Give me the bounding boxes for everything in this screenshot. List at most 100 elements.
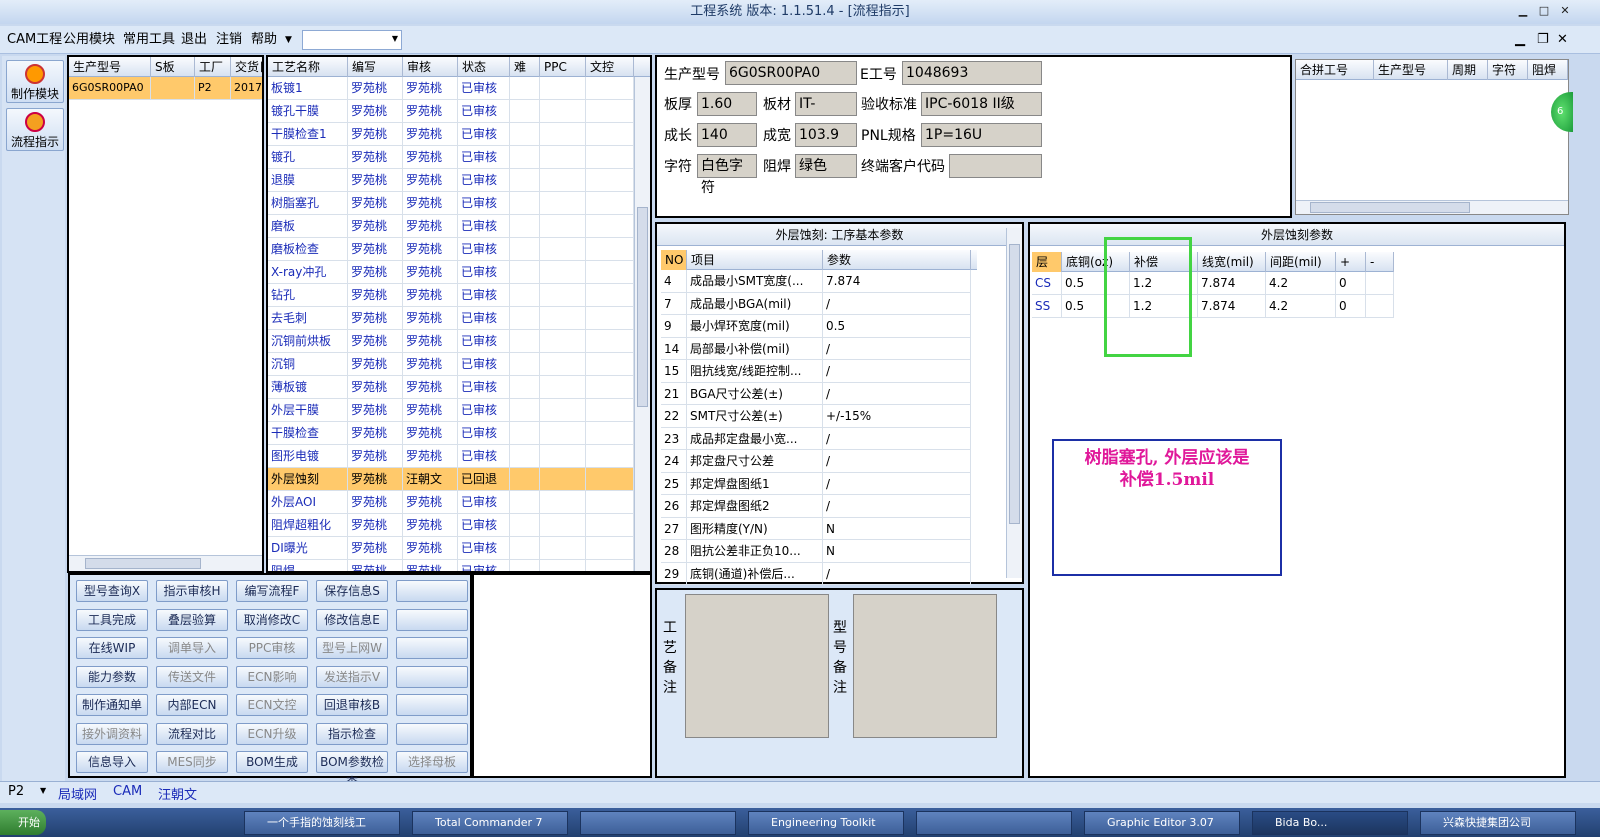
action-button[interactable]: 指示审核H	[156, 580, 228, 602]
table-row[interactable]: 9 最小焊环宽度(mil) 0.5	[661, 315, 971, 338]
taskbar-item[interactable]	[580, 811, 736, 835]
field-material[interactable]: IT-180A+	[795, 92, 857, 116]
col-combine-model[interactable]: 生产型号	[1374, 60, 1448, 80]
col-line-width[interactable]: 线宽(mil)	[1198, 252, 1266, 272]
table-row[interactable]: 23 成品邦定盘最小宽... /	[661, 427, 971, 450]
table-row[interactable]: 干膜检查1 罗苑桃 罗苑桃 已审核	[268, 123, 650, 146]
field-model[interactable]: 6G0SR00PA0	[725, 61, 857, 85]
col-factory[interactable]: 工厂	[195, 57, 231, 77]
table-row[interactable]: 去毛刺 罗苑桃 罗苑桃 已审核	[268, 307, 650, 330]
table-row[interactable]: 沉铜 罗苑桃 罗苑桃 已审核	[268, 353, 650, 376]
action-button[interactable]: ECN影响	[236, 665, 308, 688]
start-button[interactable]: 开始	[0, 810, 46, 835]
table-row[interactable]: 图形电镀 罗苑桃 罗苑桃 已审核	[268, 445, 650, 468]
menu-help[interactable]: 帮助	[248, 30, 280, 50]
maximize-icon[interactable]: □	[1535, 3, 1553, 19]
table-row[interactable]: 21 BGA尺寸公差(±) /	[661, 382, 971, 405]
table-row[interactable]: 24 邦定盘尺寸公差 /	[661, 450, 971, 473]
table-row[interactable]: 退膜 罗苑桃 罗苑桃 已审核	[268, 169, 650, 192]
table-row[interactable]: 板镀1 罗苑桃 罗苑桃 已审核	[268, 77, 650, 100]
action-button[interactable]: 保存信息S	[316, 580, 388, 602]
action-button[interactable]: 接外调资料	[76, 722, 148, 745]
taskbar-item[interactable]: Graphic Editor 3.07	[1084, 811, 1240, 835]
table-row[interactable]: 阻焊 罗苑桃 罗苑桃 已审核	[268, 560, 650, 571]
horizontal-scrollbar[interactable]	[1296, 200, 1568, 214]
vertical-scrollbar[interactable]	[634, 77, 650, 571]
action-button[interactable]: 传送文件	[156, 665, 228, 688]
table-row[interactable]: 6G0SR00PA0 P2 2017/	[69, 77, 262, 100]
action-button[interactable]: 指示检查	[316, 722, 388, 745]
menu-logout[interactable]: 注销	[213, 30, 245, 50]
col-writer[interactable]: 编写	[348, 57, 403, 77]
col-plus[interactable]: +	[1336, 252, 1366, 272]
action-button[interactable]: 修改信息E	[316, 608, 388, 631]
action-button[interactable]: 回退审核B	[316, 694, 388, 716]
table-row[interactable]: 29 底铜(通道)补偿后... /	[661, 562, 971, 585]
minimize-icon[interactable]: ▁	[1514, 3, 1532, 19]
scroll-thumb[interactable]	[637, 207, 648, 407]
col-combine-no[interactable]: 合拼工号	[1296, 60, 1374, 80]
table-row[interactable]: 磨板 罗苑桃 罗苑桃 已审核	[268, 215, 650, 238]
field-pnl[interactable]: 1P=16U	[921, 123, 1042, 147]
action-button[interactable]: 流程对比	[156, 722, 228, 745]
col-reviewer[interactable]: 审核	[403, 57, 458, 77]
nav-make-module[interactable]: 制作模块	[6, 60, 64, 103]
table-row[interactable]: 树脂塞孔 罗苑桃 罗苑桃 已审核	[268, 192, 650, 215]
action-button[interactable]: ECN文控	[236, 694, 308, 716]
mdi-close-icon[interactable]: ✕	[1554, 30, 1571, 50]
action-button[interactable]	[396, 637, 468, 659]
action-button[interactable]: 发送指示V	[316, 665, 388, 688]
action-button[interactable]: 叠层验算	[156, 608, 228, 631]
table-row[interactable]: 磨板检查 罗苑桃 罗苑桃 已审核	[268, 238, 650, 261]
table-row[interactable]: 28 阻抗公差非正负10... N	[661, 540, 971, 563]
scroll-thumb[interactable]	[85, 558, 201, 569]
field-customer-code[interactable]	[949, 154, 1042, 178]
col-ppc[interactable]: PPC	[540, 57, 586, 77]
action-button[interactable]: ECN升级	[236, 722, 308, 745]
action-button[interactable]	[396, 722, 468, 745]
scroll-thumb[interactable]	[1310, 202, 1470, 213]
table-row[interactable]: 7 成品最小BGA(mil) /	[661, 292, 971, 315]
col-item[interactable]: 项目	[687, 250, 823, 270]
menu-common-tools[interactable]: 常用工具	[120, 30, 178, 50]
col-param[interactable]: 参数	[823, 250, 971, 270]
col-no[interactable]: NO	[661, 250, 687, 270]
action-button[interactable]: 在线WIP	[76, 637, 148, 659]
col-status[interactable]: 状态	[458, 57, 510, 77]
col-part[interactable]: 生产型号	[69, 57, 151, 77]
chevron-down-icon[interactable]: ▼	[282, 30, 295, 50]
table-row[interactable]: SS 0.5 1.2 7.874 4.2 0	[1032, 295, 1394, 318]
action-button[interactable]: 内部ECN	[156, 694, 228, 716]
action-button[interactable]: PPC审核	[236, 637, 308, 659]
col-combine-cycle[interactable]: 周期	[1448, 60, 1488, 80]
action-button[interactable]: 编写流程F	[236, 580, 308, 602]
table-row[interactable]: 干膜检查 罗苑桃 罗苑桃 已审核	[268, 422, 650, 445]
table-row[interactable]: DI曝光 罗苑桃 罗苑桃 已审核	[268, 537, 650, 560]
action-button[interactable]: BOM生成	[236, 751, 308, 773]
col-date[interactable]: 交货日	[231, 57, 262, 77]
field-eno[interactable]: 1048693	[902, 61, 1042, 85]
field-legend[interactable]: 白色字符	[697, 154, 757, 196]
action-button[interactable]: 选择母板	[396, 751, 468, 773]
table-row[interactable]: 26 邦定焊盘图纸2/	[661, 495, 971, 518]
menu-cam[interactable]: CAM工程	[4, 30, 65, 50]
action-button[interactable]: 制作通知单	[76, 694, 148, 716]
taskbar-item[interactable]: Total Commander 7	[412, 811, 568, 835]
col-combine-legend[interactable]: 字符	[1488, 60, 1528, 80]
table-row[interactable]: 4 成品最小SMT宽度(... 7.874	[661, 270, 971, 293]
action-button[interactable]	[396, 580, 468, 602]
action-button[interactable]: 工具完成	[76, 608, 148, 631]
taskbar-item[interactable]: 兴森快捷集团公司	[1420, 811, 1576, 835]
col-process[interactable]: 工艺名称	[268, 57, 348, 77]
table-row[interactable]: 阻焊超粗化 罗苑桃 罗苑桃 已审核	[268, 514, 650, 537]
table-row[interactable]: 外层干膜 罗苑桃 罗苑桃 已审核	[268, 399, 650, 422]
taskbar-item[interactable]: Engineering Toolkit	[748, 811, 904, 835]
mdi-minimize-icon[interactable]: ▁	[1512, 30, 1528, 50]
table-row[interactable]: 镀孔干膜 罗苑桃 罗苑桃 已审核	[268, 100, 650, 123]
action-button[interactable]	[396, 694, 468, 716]
factory-selector[interactable]: P2	[8, 784, 24, 799]
vertical-scrollbar[interactable]	[1006, 228, 1022, 578]
process-remark-field[interactable]	[685, 594, 829, 738]
action-button[interactable]: 调单导入	[156, 637, 228, 659]
table-row[interactable]: 22 SMT尺寸公差(±) +/-15%	[661, 405, 971, 428]
